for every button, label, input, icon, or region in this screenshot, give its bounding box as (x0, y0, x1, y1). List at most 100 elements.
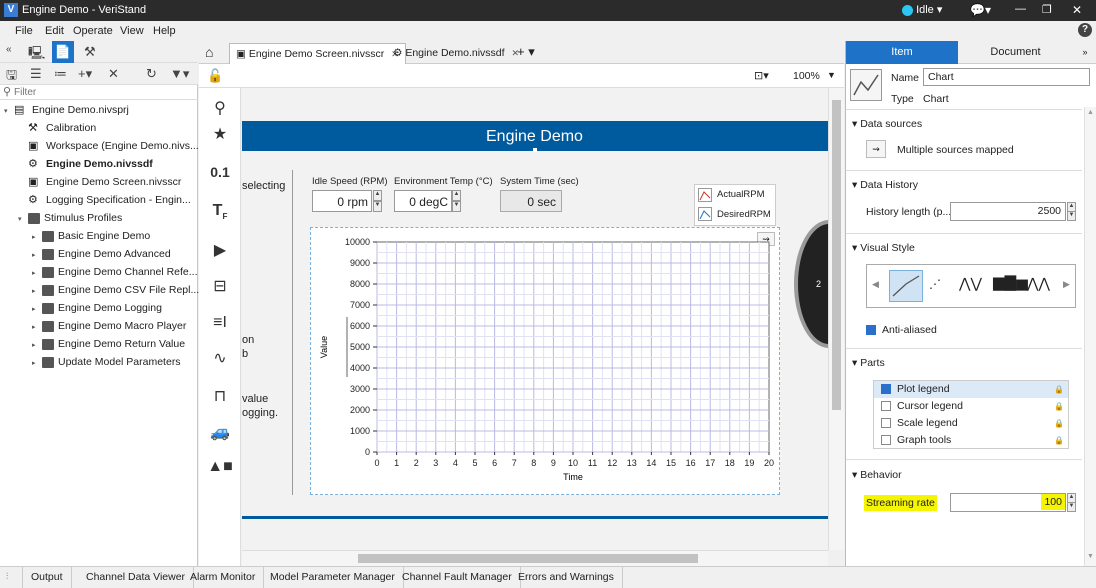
tree-item[interactable]: ⚙ Engine Demo.nivssdf (18, 155, 153, 173)
menu-help[interactable]: Help (153, 25, 176, 37)
string-control-icon[interactable]: ≡I (199, 314, 241, 332)
tree-item[interactable]: ▸ Basic Engine Demo (32, 227, 150, 245)
canvas-vertical-scrollbar[interactable] (828, 88, 844, 550)
bottom-tab[interactable]: Channel Data Viewer (78, 567, 195, 588)
tree-item[interactable]: ▸ Engine Demo Macro Player (32, 317, 186, 335)
tree-item[interactable]: ▣ Engine Demo Screen.nivsscr (18, 173, 181, 191)
container-icon[interactable]: ⊓ (199, 386, 241, 406)
lock-icon[interactable]: 🔒 (1054, 415, 1064, 432)
tree-item[interactable]: ▸ Engine Demo CSV File Repl... (32, 281, 199, 299)
rpm-gauge[interactable]: 2 (794, 220, 828, 348)
style-area-option[interactable]: ⋀⋀ (1027, 275, 1050, 292)
tab-item[interactable]: Item (846, 41, 958, 64)
part-item[interactable]: Scale legend 🔒 (874, 415, 1068, 432)
text-controls-icon[interactable]: TF (199, 202, 241, 221)
tools-icon[interactable]: ⚒ (84, 44, 96, 60)
history-length-decrement[interactable]: ▼ (1067, 211, 1076, 221)
tab-engine-demo-sdf[interactable]: ⚙ Engine Demo.nivssdf ✕ (387, 43, 525, 64)
chart-control-icon[interactable]: ∿ (199, 348, 241, 368)
chart-widget[interactable]: ⇝ 0 1 2 3 4 5 6 7 8 9 10 11 12 13 14 15 16 17 18 19 20 0 1000 2… (310, 227, 780, 495)
bottom-tab[interactable]: Model Parameter Manager (262, 567, 404, 588)
expand-arrow-icon[interactable]: ▾ (18, 211, 28, 229)
menu-view[interactable]: View (120, 25, 144, 37)
tree-item[interactable]: ⚒ Calibration (18, 119, 96, 137)
bottom-tab[interactable]: Channel Fault Manager (394, 567, 521, 588)
history-length-input[interactable]: 2500 (950, 202, 1066, 221)
expand-arrow-icon[interactable]: ▾ (4, 103, 14, 121)
part-item[interactable]: Cursor legend 🔒 (874, 398, 1068, 415)
minimize-button[interactable]: — (1015, 3, 1026, 15)
anti-aliased-checkbox[interactable]: Anti-aliased (866, 324, 937, 336)
bottom-tab[interactable]: Alarm Monitor (182, 567, 265, 588)
canvas-horizontal-scrollbar[interactable] (242, 550, 828, 566)
shapes-icon[interactable]: ▲■ (199, 458, 241, 476)
style-prev-icon[interactable]: ◀ (872, 279, 879, 290)
tab-engine-demo-screen[interactable]: ▣ Engine Demo Screen.nivsscr ✕ (229, 43, 406, 64)
play-icon[interactable]: ▶ (199, 240, 241, 260)
style-line-option[interactable] (889, 270, 923, 302)
checkbox-unchecked-icon[interactable] (881, 435, 891, 446)
pin-icon[interactable]: ⫶ (6, 571, 8, 582)
tab-document[interactable]: Document (958, 41, 1073, 64)
search-icon[interactable]: ⚲ (199, 98, 241, 118)
idle-speed-increment[interactable]: ▲ (373, 190, 382, 201)
checkbox-unchecked-icon[interactable] (881, 418, 891, 429)
section-parts[interactable]: ▾ Parts (852, 357, 885, 369)
style-next-icon[interactable]: ▶ (1063, 279, 1070, 290)
filter-input[interactable] (14, 85, 194, 99)
refresh-icon[interactable]: ↻ (146, 66, 157, 82)
layout-dropdown-icon[interactable]: ⊡▾ (754, 69, 769, 82)
tree-item[interactable]: ▾ ▤ Engine Demo.nivsprj (4, 101, 129, 119)
part-item[interactable]: Graph tools 🔒 (874, 432, 1068, 449)
delete-icon[interactable]: ✕ (108, 66, 119, 82)
checkbox-checked-icon[interactable] (881, 384, 891, 395)
menu-operate[interactable]: Operate (73, 25, 113, 37)
bullet-list-icon[interactable]: ≔ (54, 66, 67, 82)
dropdown-control-icon[interactable]: ⊟ (199, 276, 241, 296)
status-indicator[interactable]: Idle ▾ (902, 3, 942, 16)
menu-edit[interactable]: Edit (45, 25, 64, 37)
scroll-up-icon[interactable]: ▲ (1087, 109, 1094, 116)
lock-icon[interactable]: 🔒 (1054, 398, 1064, 415)
tree-item[interactable]: ⚙ Logging Specification - Engin... (18, 191, 191, 209)
project-files-icon[interactable]: 📄 (52, 41, 74, 63)
chat-icon[interactable]: 💬▾ (970, 3, 991, 17)
list-view-icon[interactable]: ☰ (30, 66, 42, 82)
style-bar-option[interactable]: ▆▇▅ (993, 273, 1028, 291)
section-visual-style[interactable]: ▾ Visual Style (852, 242, 915, 254)
checkbox-unchecked-icon[interactable] (881, 401, 891, 412)
tree-item[interactable]: ▸ Engine Demo Channel Refe... (32, 263, 198, 281)
scroll-down-icon[interactable]: ▼ (1087, 553, 1094, 560)
section-behavior[interactable]: ▾ Behavior (852, 469, 902, 481)
add-icon[interactable]: +▾ (78, 66, 92, 82)
tree-item[interactable]: ▸ Engine Demo Advanced (32, 245, 171, 263)
favorites-icon[interactable]: ★ (199, 124, 241, 144)
expand-arrow-icon[interactable]: ▸ (32, 355, 42, 373)
env-temp-input[interactable]: 0 degC (394, 190, 452, 212)
style-scatter-option[interactable]: ⋰ (929, 277, 942, 291)
lock-icon[interactable]: 🔒 (1054, 432, 1064, 449)
restore-button[interactable]: ❐ (1042, 3, 1052, 16)
help-icon[interactable]: ? (1078, 23, 1092, 37)
zoom-level[interactable]: 100% (793, 70, 820, 82)
numeric-controls-icon[interactable]: 0.1 (199, 164, 241, 180)
env-temp-increment[interactable]: ▲ (452, 190, 461, 201)
idle-speed-input[interactable]: 0 rpm (312, 190, 372, 212)
vscroll-thumb[interactable] (832, 100, 841, 410)
add-tab-button[interactable]: + ▾ (517, 44, 535, 60)
plot-legend[interactable]: ActualRPM DesiredRPM (694, 184, 776, 226)
vehicle-icon[interactable]: 🚙 (199, 422, 241, 442)
part-item[interactable]: Plot legend 🔒 (874, 381, 1068, 398)
bottom-tab[interactable]: Errors and Warnings (510, 567, 623, 588)
menu-file[interactable]: File (15, 25, 33, 37)
home-icon[interactable]: ⌂ (205, 44, 213, 60)
lock-icon[interactable]: 🔒 (1054, 381, 1064, 398)
tree-item[interactable]: ▣ Workspace (Engine Demo.nivs... (18, 137, 199, 155)
tree-item[interactable]: ▸ Engine Demo Logging (32, 299, 162, 317)
expand-panel-icon[interactable]: » (1073, 41, 1096, 64)
name-input[interactable]: Chart (923, 68, 1090, 86)
tree-item[interactable]: ▸ Engine Demo Return Value (32, 335, 185, 353)
close-button[interactable]: ✕ (1072, 3, 1082, 17)
tree-item[interactable]: ▾ Stimulus Profiles (18, 209, 122, 227)
bottom-tab[interactable]: Output (22, 567, 72, 588)
